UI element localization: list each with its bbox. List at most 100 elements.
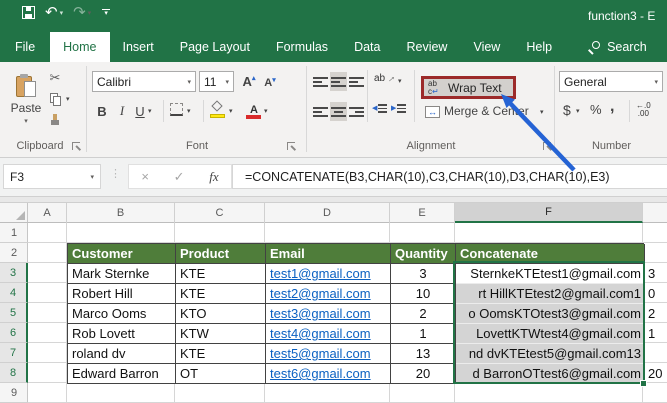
tab-data[interactable]: Data <box>341 32 393 62</box>
decrease-indent-button[interactable]: ◀ <box>372 104 388 113</box>
wrap-text-button[interactable]: ab c↵ Wrap Text <box>421 76 516 99</box>
row-header-2[interactable]: 2 <box>0 243 28 263</box>
email-link[interactable]: test1@gmail.com <box>270 266 371 281</box>
row-header-5[interactable]: 5 <box>0 303 28 323</box>
tab-review[interactable]: Review <box>393 32 460 62</box>
cell-concatenate-active[interactable]: SternkeKTEtest1@gmail.com <box>456 264 645 284</box>
cell-quantity[interactable]: 1 <box>391 324 456 344</box>
decrease-font-size-button[interactable]: A ▾ <box>261 74 279 91</box>
font-size-combobox[interactable]: 11 ▾ <box>199 71 234 92</box>
row-header-3[interactable]: 3 <box>0 263 28 283</box>
cell-product[interactable]: KTO <box>176 304 266 324</box>
number-format-combobox[interactable]: General ▾ <box>559 71 663 92</box>
merge-center-button[interactable]: ↔ <box>425 106 440 118</box>
comma-style-button[interactable]: , <box>610 98 614 116</box>
header-cell-quantity[interactable]: Quantity <box>391 244 456 264</box>
email-link[interactable]: test6@gmail.com <box>270 366 371 381</box>
font-name-combobox[interactable]: Calibri ▾ <box>92 71 196 92</box>
cell-customer[interactable]: Mark Sternke <box>68 264 176 284</box>
row-header-7[interactable]: 7 <box>0 343 28 363</box>
accounting-format-button[interactable]: $ <box>563 102 571 118</box>
enter-icon[interactable]: ✓ <box>174 169 185 185</box>
row-header-6[interactable]: 6 <box>0 323 28 343</box>
tab-insert[interactable]: Insert <box>110 32 167 62</box>
cell-quantity[interactable]: 20 <box>391 364 456 384</box>
formula-input[interactable]: =CONCATENATE(B3,CHAR(10),C3,CHAR(10),D3,… <box>232 164 667 189</box>
font-color-button[interactable]: A <box>246 102 262 119</box>
orientation-button[interactable]: ab → <box>374 71 398 86</box>
cell-customer[interactable]: Edward Barron <box>68 364 176 384</box>
copy-dropdown-icon[interactable]: ▾ <box>66 95 70 103</box>
tab-page-layout[interactable]: Page Layout <box>167 32 263 62</box>
cell-product[interactable]: KTE <box>176 264 266 284</box>
name-box[interactable]: F3 ▾ <box>3 164 101 189</box>
email-link[interactable]: test5@gmail.com <box>270 346 371 361</box>
email-link[interactable]: test4@gmail.com <box>270 326 371 341</box>
cell-quantity[interactable]: 3 <box>391 264 456 284</box>
insert-function-button[interactable]: fx <box>209 169 218 185</box>
top-align-button[interactable] <box>312 72 329 91</box>
column-header-e[interactable]: E <box>390 203 455 223</box>
cell-product[interactable]: KTW <box>176 324 266 344</box>
tab-formulas[interactable]: Formulas <box>263 32 341 62</box>
email-link[interactable]: test3@gmail.com <box>270 306 371 321</box>
cell-customer[interactable]: Robert Hill <box>68 284 176 304</box>
increase-decimal-button[interactable]: ←.0 .00 <box>636 102 651 118</box>
column-header-b[interactable]: B <box>67 203 175 223</box>
percent-style-button[interactable]: % <box>590 102 602 117</box>
accounting-dropdown-icon[interactable]: ▾ <box>576 107 580 115</box>
borders-dropdown-icon[interactable]: ▾ <box>187 107 191 115</box>
header-cell-email[interactable]: Email <box>266 244 391 264</box>
align-left-button[interactable] <box>312 102 329 121</box>
align-right-button[interactable] <box>348 102 365 121</box>
cancel-icon[interactable]: × <box>141 169 149 184</box>
font-dialog-launcher-icon[interactable] <box>287 142 297 150</box>
cell-concatenate[interactable]: d BarronOTtest6@gmail.com <box>456 364 645 384</box>
middle-align-button[interactable] <box>330 72 347 91</box>
cell-customer[interactable]: Rob Lovett <box>68 324 176 344</box>
format-painter-button[interactable] <box>46 112 64 128</box>
font-color-dropdown-icon[interactable]: ▾ <box>264 107 268 115</box>
bold-button[interactable]: B <box>94 101 110 121</box>
formula-bar-drag-handle[interactable]: ⋮ <box>110 167 121 180</box>
row-header-8[interactable]: 8 <box>0 363 28 383</box>
merge-center-dropdown-icon[interactable]: ▾ <box>540 108 544 116</box>
copy-button[interactable] <box>46 91 64 107</box>
merge-center-label[interactable]: Merge & Center <box>444 104 529 118</box>
search-box[interactable]: Search <box>587 32 647 62</box>
align-center-button[interactable] <box>330 102 347 121</box>
cell-quantity[interactable]: 2 <box>391 304 456 324</box>
increase-indent-button[interactable]: ▶ <box>391 104 407 113</box>
cell-email[interactable]: test2@gmail.com <box>266 284 391 304</box>
cell-concatenate[interactable]: o OomsKTOtest3@gmail.com <box>456 304 645 324</box>
cell-concatenate[interactable]: rt HillKTEtest2@gmail.com1 <box>456 284 645 304</box>
save-icon[interactable] <box>22 6 35 19</box>
cell-product[interactable]: KTE <box>176 284 266 304</box>
underline-dropdown-icon[interactable]: ▾ <box>148 107 152 115</box>
italic-button[interactable]: I <box>115 101 129 121</box>
cell-email[interactable]: test3@gmail.com <box>266 304 391 324</box>
cell-concatenate[interactable]: LovettKTWtest4@gmail.com <box>456 324 645 344</box>
column-header-g[interactable] <box>643 203 667 223</box>
cell-email[interactable]: test5@gmail.com <box>266 344 391 364</box>
column-header-a[interactable]: A <box>28 203 67 223</box>
bottom-align-button[interactable] <box>348 72 365 91</box>
cell-concatenate[interactable]: nd dvKTEtest5@gmail.com13 <box>456 344 645 364</box>
orientation-dropdown-icon[interactable]: ▾ <box>398 77 402 85</box>
column-header-f[interactable]: F <box>455 203 643 223</box>
paste-button[interactable]: Paste ▾ <box>8 68 44 132</box>
cell-product[interactable]: OT <box>176 364 266 384</box>
cell-quantity[interactable]: 13 <box>391 344 456 364</box>
cell-quantity[interactable]: 10 <box>391 284 456 304</box>
cell-customer[interactable]: roland dv <box>68 344 176 364</box>
underline-button[interactable]: U <box>133 101 147 121</box>
header-cell-customer[interactable]: Customer <box>68 244 176 264</box>
select-all-corner[interactable] <box>0 203 28 223</box>
alignment-dialog-launcher-icon[interactable] <box>543 142 553 150</box>
tab-file[interactable]: File <box>0 32 50 62</box>
row-header-9[interactable]: 9 <box>0 383 28 403</box>
undo-button[interactable]: ↶ ▾ <box>45 5 63 20</box>
column-header-d[interactable]: D <box>265 203 390 223</box>
redo-button[interactable]: ↷ ▾ <box>73 5 91 20</box>
row-header-4[interactable]: 4 <box>0 283 28 303</box>
